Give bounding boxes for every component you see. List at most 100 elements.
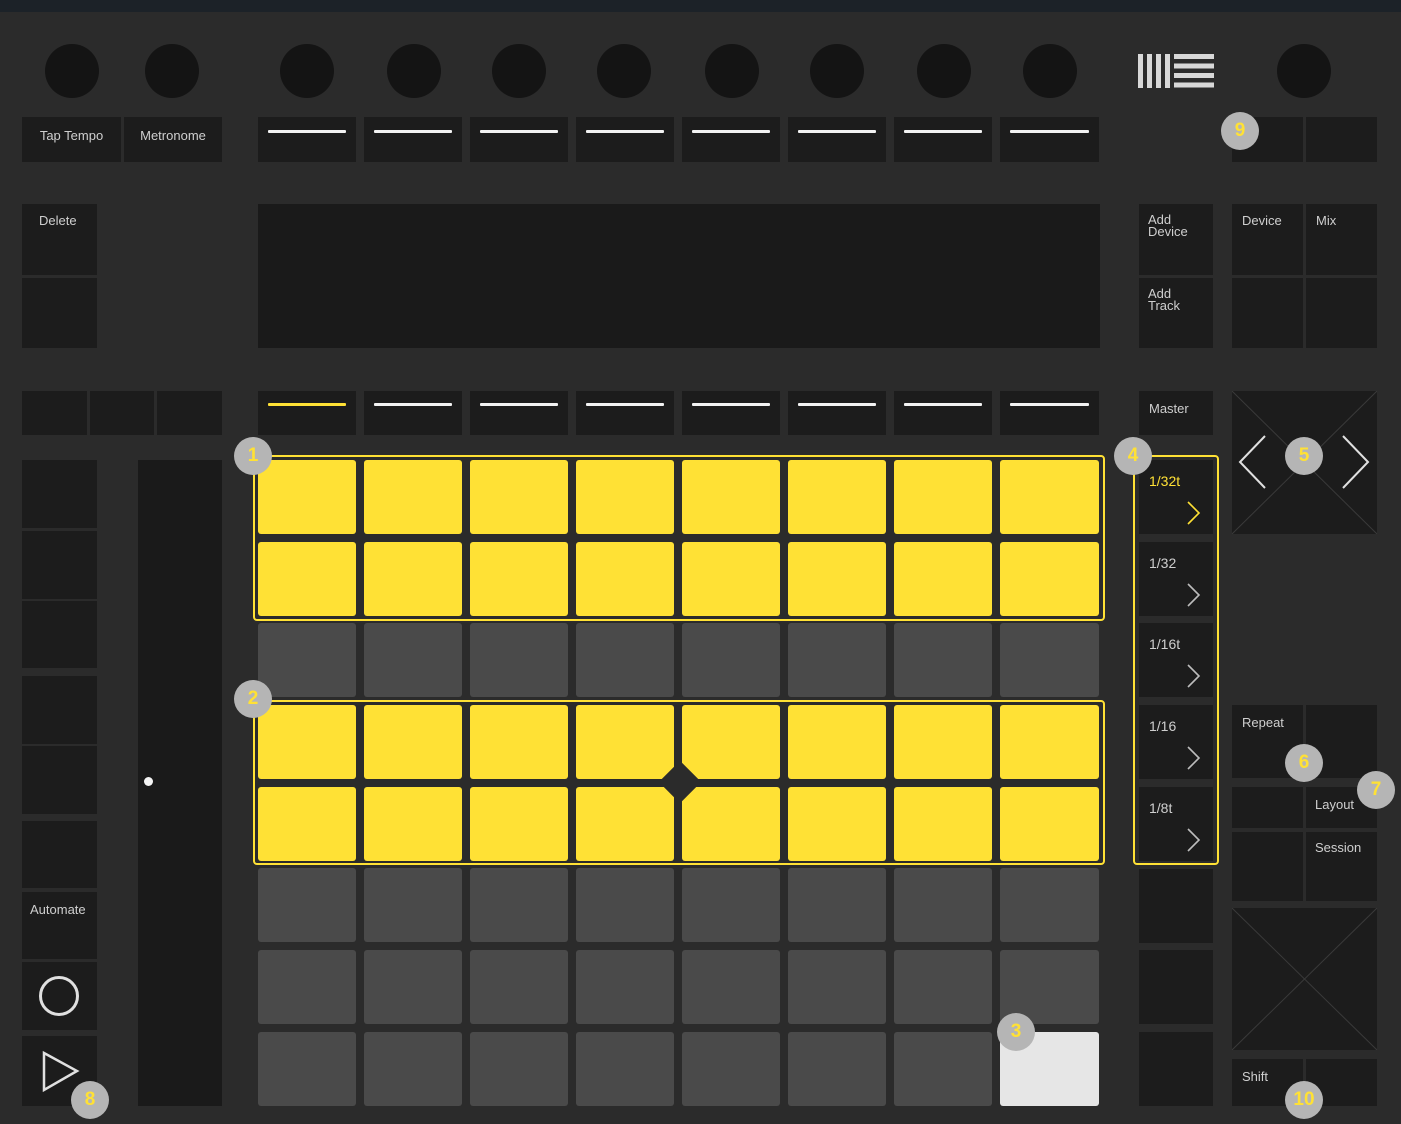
upper-track-button-6[interactable] <box>788 117 886 162</box>
upper-track-button-5[interactable] <box>682 117 780 162</box>
automate-button[interactable]: Automate <box>22 892 97 959</box>
pad-r8-c1[interactable] <box>258 1032 356 1106</box>
pad-r3-c2[interactable] <box>364 623 462 697</box>
touch-strip[interactable] <box>138 460 222 1106</box>
track-indicator-line <box>480 403 558 406</box>
repeat-label: Repeat <box>1242 715 1284 730</box>
master-volume-knob[interactable] <box>1277 44 1331 98</box>
pad-r3-c5[interactable] <box>682 623 780 697</box>
lower-track-button-5[interactable] <box>682 391 780 435</box>
upper-track-button-2[interactable] <box>364 117 462 162</box>
lower-track-button-7[interactable] <box>894 391 992 435</box>
lower-track-button-2[interactable] <box>364 391 462 435</box>
mix-button[interactable]: Mix <box>1306 204 1377 275</box>
scene-button-7[interactable] <box>1139 950 1213 1024</box>
pad-r6-c6[interactable] <box>788 868 886 942</box>
encoder-knob-3[interactable] <box>492 44 546 98</box>
pad-r6-c4[interactable] <box>576 868 674 942</box>
pad-r6-c3[interactable] <box>470 868 568 942</box>
pad-r6-c7[interactable] <box>894 868 992 942</box>
tap-tempo-button[interactable]: Tap Tempo <box>22 117 121 162</box>
record-button[interactable] <box>22 962 97 1030</box>
pad-r8-c3[interactable] <box>470 1032 568 1106</box>
pad-r7-c1[interactable] <box>258 950 356 1024</box>
pad-r7-c3[interactable] <box>470 950 568 1024</box>
browse-button[interactable] <box>1232 278 1303 348</box>
lower-track-button-1[interactable] <box>258 391 356 435</box>
pad-r6-c1[interactable] <box>258 868 356 942</box>
add-track-button[interactable]: Add Track <box>1139 278 1213 348</box>
small-button-2[interactable] <box>90 391 154 435</box>
clip-button[interactable] <box>1306 278 1377 348</box>
window-top-bar <box>0 0 1401 12</box>
lower-track-button-6[interactable] <box>788 391 886 435</box>
encoder-knob-8[interactable] <box>1023 44 1077 98</box>
pad-r8-c2[interactable] <box>364 1032 462 1106</box>
pad-r3-c3[interactable] <box>470 623 568 697</box>
device-button[interactable]: Device <box>1232 204 1303 275</box>
pad-r7-c6[interactable] <box>788 950 886 1024</box>
upper-track-button-7[interactable] <box>894 117 992 162</box>
callout-badge-9: 9 <box>1221 112 1259 150</box>
track-indicator-line <box>798 403 876 406</box>
small-button-1[interactable] <box>22 391 87 435</box>
undo-button[interactable] <box>22 278 97 348</box>
encoder-knob-1[interactable] <box>280 44 334 98</box>
upper-track-button-3[interactable] <box>470 117 568 162</box>
tempo-swing-knob-1[interactable] <box>45 44 99 98</box>
encoder-knob-5[interactable] <box>705 44 759 98</box>
down-arrow-button[interactable] <box>1306 117 1377 162</box>
left-column-button-6[interactable] <box>22 821 97 888</box>
pad-r6-c8[interactable] <box>1000 868 1099 942</box>
pad-r3-c8[interactable] <box>1000 623 1099 697</box>
session-button[interactable]: Session <box>1306 832 1377 901</box>
callout-badge-2: 2 <box>234 680 272 718</box>
upper-track-button-4[interactable] <box>576 117 674 162</box>
pad-r3-c4[interactable] <box>576 623 674 697</box>
left-column-button-5[interactable] <box>22 746 97 814</box>
pad-r3-c7[interactable] <box>894 623 992 697</box>
chevron-left-icon[interactable] <box>1238 434 1268 490</box>
scene-button-6[interactable] <box>1139 869 1213 943</box>
encoder-knob-6[interactable] <box>810 44 864 98</box>
octave-pad[interactable] <box>1232 908 1377 1050</box>
upper-track-button-8[interactable] <box>1000 117 1099 162</box>
left-column-button-2[interactable] <box>22 531 97 599</box>
device-label: Device <box>1242 213 1282 228</box>
pad-r7-c5[interactable] <box>682 950 780 1024</box>
encoder-knob-7[interactable] <box>917 44 971 98</box>
automate-label: Automate <box>30 902 86 917</box>
small-button-3[interactable] <box>157 391 222 435</box>
pad-r8-c5[interactable] <box>682 1032 780 1106</box>
pad-r7-c2[interactable] <box>364 950 462 1024</box>
note-button[interactable] <box>1232 832 1303 901</box>
left-column-button-1[interactable] <box>22 460 97 528</box>
left-column-button-4[interactable] <box>22 676 97 744</box>
tempo-swing-knob-2[interactable] <box>145 44 199 98</box>
add-device-button[interactable]: Add Device <box>1139 204 1213 275</box>
left-column-button-3[interactable] <box>22 601 97 668</box>
pad-r7-c4[interactable] <box>576 950 674 1024</box>
lower-track-button-8[interactable] <box>1000 391 1099 435</box>
pad-r6-c2[interactable] <box>364 868 462 942</box>
pad-r8-c7[interactable] <box>894 1032 992 1106</box>
master-button[interactable]: Master <box>1139 391 1213 435</box>
upper-track-button-1[interactable] <box>258 117 356 162</box>
touch-strip-indicator <box>144 777 153 786</box>
encoder-knob-4[interactable] <box>597 44 651 98</box>
encoder-knob-2[interactable] <box>387 44 441 98</box>
lower-track-button-4[interactable] <box>576 391 674 435</box>
scale-button[interactable] <box>1232 787 1303 828</box>
scene-button-8[interactable] <box>1139 1032 1213 1106</box>
pad-r6-c5[interactable] <box>682 868 780 942</box>
pad-r8-c4[interactable] <box>576 1032 674 1106</box>
lower-track-button-3[interactable] <box>470 391 568 435</box>
pad-r3-c1[interactable] <box>258 623 356 697</box>
delete-button[interactable]: Delete <box>22 204 97 275</box>
pad-r7-c7[interactable] <box>894 950 992 1024</box>
pad-r8-c6[interactable] <box>788 1032 886 1106</box>
chevron-right-icon[interactable] <box>1340 434 1370 490</box>
shift-label: Shift <box>1242 1069 1269 1084</box>
pad-r3-c6[interactable] <box>788 623 886 697</box>
metronome-button[interactable]: Metronome <box>124 117 222 162</box>
